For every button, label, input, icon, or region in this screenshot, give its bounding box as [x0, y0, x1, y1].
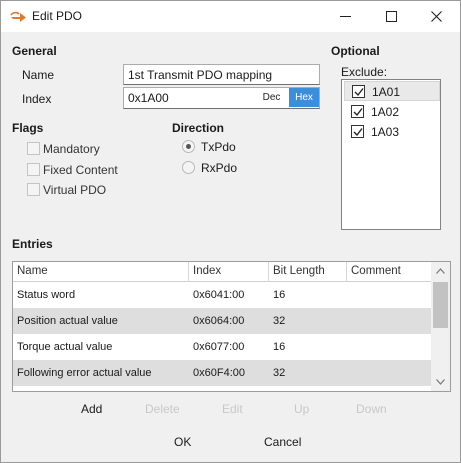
hex-toggle[interactable]: Hex — [289, 88, 319, 107]
fixed-content-checkbox[interactable] — [27, 163, 40, 176]
column-header-bit-length[interactable]: Bit Length — [269, 262, 347, 282]
cell-comment — [347, 308, 431, 334]
cell-comment — [347, 334, 431, 360]
cell-index: 0x6041:00 — [193, 289, 245, 301]
grid-header: Name Index Bit Length Comment — [13, 262, 431, 282]
scroll-up-arrow-icon[interactable] — [436, 268, 445, 274]
txpdo-radio[interactable] — [182, 140, 195, 153]
exclude-item-label: 1A01 — [372, 85, 401, 99]
cell-bit-length: 32 — [273, 367, 286, 379]
entries-grid[interactable]: Name Index Bit Length Comment Status wor… — [12, 261, 451, 392]
exclude-checkbox[interactable] — [352, 85, 365, 98]
cell-index: 0x60F4:00 — [193, 367, 245, 379]
cell-bit-length: 16 — [273, 341, 286, 353]
table-row[interactable]: Position actual value 0x6064:00 32 — [13, 308, 431, 334]
table-row[interactable]: Status word 0x6041:00 16 — [13, 282, 431, 308]
maximize-icon — [386, 11, 397, 22]
delete-button[interactable]: Delete — [145, 402, 180, 416]
table-row[interactable]: Following error actual value 0x60F4:00 3… — [13, 360, 431, 386]
checkmark-icon — [354, 88, 364, 97]
name-input[interactable]: 1st Transmit PDO mapping — [123, 64, 320, 85]
close-button[interactable] — [414, 1, 460, 32]
minimize-button[interactable] — [323, 1, 369, 32]
scroll-down-arrow-icon[interactable] — [436, 379, 445, 385]
cell-name: Status word — [17, 289, 76, 301]
window-title: Edit PDO — [32, 9, 83, 23]
column-header-index[interactable]: Index — [189, 262, 269, 282]
index-label: Index — [22, 92, 52, 106]
checkmark-icon — [353, 108, 363, 117]
minimize-icon — [340, 16, 351, 17]
mandatory-checkbox[interactable] — [27, 142, 40, 155]
column-header-name[interactable]: Name — [13, 262, 189, 282]
index-value: 0x1A00 — [128, 91, 169, 105]
table-row[interactable]: Torque actual value 0x6077:00 16 — [13, 334, 431, 360]
virtual-pdo-checkbox[interactable] — [27, 183, 40, 196]
title-bar: Edit PDO — [1, 1, 460, 32]
exclude-item-1a02[interactable]: 1A02 — [344, 102, 440, 122]
cell-name: Following error actual value — [17, 367, 152, 379]
flags-heading: Flags — [12, 121, 44, 135]
fixed-content-label: Fixed Content — [43, 163, 118, 177]
exclude-list[interactable]: 1A01 1A02 1A03 — [341, 79, 441, 230]
vertical-scrollbar[interactable] — [431, 262, 450, 391]
dec-toggle[interactable]: Dec — [255, 88, 288, 107]
column-header-comment[interactable]: Comment — [347, 262, 431, 282]
close-icon — [431, 11, 442, 22]
cell-comment — [347, 282, 431, 308]
cell-index: 0x6064:00 — [193, 315, 245, 327]
scrollbar-thumb[interactable] — [433, 282, 448, 328]
mandatory-label: Mandatory — [43, 142, 100, 156]
cancel-button[interactable]: Cancel — [264, 435, 301, 449]
cell-name: Torque actual value — [17, 341, 113, 353]
checkmark-icon — [353, 128, 363, 137]
entries-heading: Entries — [12, 237, 53, 251]
exclude-item-label: 1A03 — [371, 125, 400, 139]
cell-index: 0x6077:00 — [193, 341, 245, 353]
cell-bit-length: 16 — [273, 289, 286, 301]
cell-comment — [347, 360, 431, 386]
virtual-pdo-label: Virtual PDO — [43, 183, 107, 197]
rxpdo-label: RxPdo — [201, 161, 238, 175]
general-heading: General — [12, 44, 57, 58]
txpdo-label: TxPdo — [201, 140, 236, 154]
exclude-item-label: 1A02 — [371, 105, 400, 119]
ok-button[interactable]: OK — [174, 435, 191, 449]
exclude-label: Exclude: — [341, 65, 388, 79]
cell-bit-length: 32 — [273, 315, 286, 327]
direction-heading: Direction — [172, 121, 225, 135]
maximize-button[interactable] — [369, 1, 415, 32]
exclude-checkbox[interactable] — [351, 105, 364, 118]
edit-pdo-dialog: Edit PDO General Name 1st Transmit PDO m… — [0, 0, 461, 463]
name-label: Name — [22, 68, 55, 82]
optional-heading: Optional — [331, 44, 380, 58]
app-arrow-icon — [10, 11, 26, 22]
exclude-item-1a03[interactable]: 1A03 — [344, 122, 440, 142]
edit-button[interactable]: Edit — [222, 402, 243, 416]
down-button[interactable]: Down — [356, 402, 387, 416]
add-button[interactable]: Add — [81, 402, 102, 416]
rxpdo-radio[interactable] — [182, 161, 195, 174]
cell-name: Position actual value — [17, 315, 118, 327]
up-button[interactable]: Up — [294, 402, 309, 416]
exclude-checkbox[interactable] — [351, 125, 364, 138]
exclude-item-1a01[interactable]: 1A01 — [344, 81, 440, 101]
